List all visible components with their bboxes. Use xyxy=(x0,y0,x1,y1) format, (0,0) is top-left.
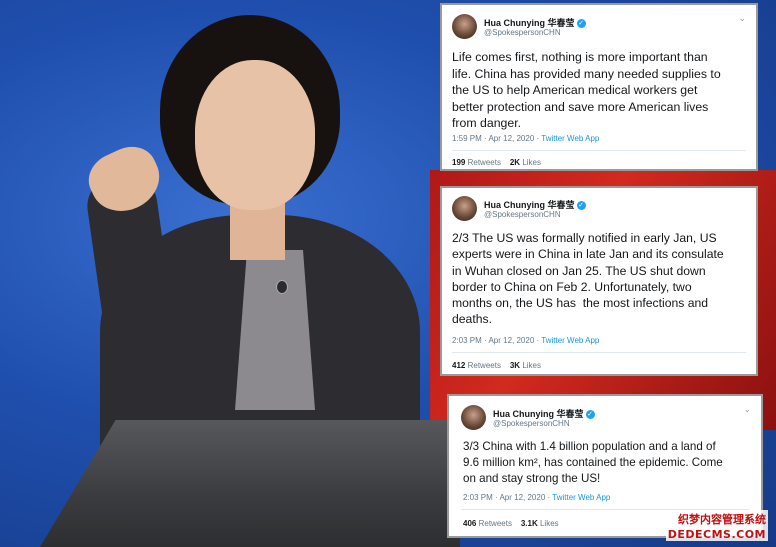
tweet-source-app[interactable]: Twitter Web App xyxy=(541,336,599,345)
site-watermark: 织梦内容管理系统 DEDECMS.COM xyxy=(665,510,768,541)
retweets-count[interactable]: 412 Retweets xyxy=(452,361,501,370)
tweet-timestamp: 2:03 PM · Apr 12, 2020 · Twitter Web App xyxy=(463,493,611,502)
tweet-timestamp: 1:59 PM · Apr 12, 2020 · Twitter Web App xyxy=(452,134,600,143)
speaker-face xyxy=(195,60,315,210)
tweet-stats: 199 Retweets 2K Likes xyxy=(452,158,541,167)
verified-badge-icon: ✓ xyxy=(585,410,595,420)
tweet-source-app[interactable]: Twitter Web App xyxy=(541,134,599,143)
author-handle[interactable]: @SpokespersonCHN xyxy=(484,210,561,219)
avatar[interactable] xyxy=(461,405,486,430)
watermark-line-2: DEDECMS.COM xyxy=(665,528,768,541)
divider xyxy=(452,150,746,151)
tweet-card-1: Hua Chunying 华春莹 ✓ @SpokespersonCHN ⌄ Lif… xyxy=(440,3,758,171)
tweet-text: 2/3 The US was formally notified in earl… xyxy=(452,231,724,327)
necklace-pendant xyxy=(276,280,288,294)
tweet-card-2: Hua Chunying 华春莹 ✓ @SpokespersonCHN 2/3 T… xyxy=(440,186,758,376)
author-handle[interactable]: @SpokespersonCHN xyxy=(493,419,570,428)
tweet-stats: 412 Retweets 3K Likes xyxy=(452,361,541,370)
tweet-stats: 406 Retweets 3.1K Likes xyxy=(463,519,559,528)
retweets-count[interactable]: 406 Retweets xyxy=(463,519,512,528)
tweet-text: Life comes first, nothing is more import… xyxy=(452,50,721,130)
likes-count[interactable]: 3K Likes xyxy=(510,361,541,370)
watermark-line-1: 织梦内容管理系统 xyxy=(665,510,768,528)
verified-badge-icon: ✓ xyxy=(576,201,586,211)
avatar[interactable] xyxy=(452,196,477,221)
tweet-time[interactable]: 2:03 PM · Apr 12, 2020 xyxy=(463,493,545,502)
divider xyxy=(452,352,746,353)
tweet-source-app[interactable]: Twitter Web App xyxy=(552,493,610,502)
tweet-timestamp: 2:03 PM · Apr 12, 2020 · Twitter Web App xyxy=(452,336,600,345)
avatar[interactable] xyxy=(452,14,477,39)
retweets-count[interactable]: 199 Retweets xyxy=(452,158,501,167)
verified-badge-icon: ✓ xyxy=(576,19,586,29)
tweet-text: 3/3 China with 1.4 billion population an… xyxy=(463,440,723,485)
author-handle[interactable]: @SpokespersonCHN xyxy=(484,28,561,37)
chevron-down-icon[interactable]: ⌄ xyxy=(743,405,751,415)
likes-count[interactable]: 3.1K Likes xyxy=(521,519,559,528)
tweet-time[interactable]: 2:03 PM · Apr 12, 2020 xyxy=(452,336,534,345)
chevron-down-icon[interactable]: ⌄ xyxy=(738,14,746,24)
tweet-time[interactable]: 1:59 PM · Apr 12, 2020 xyxy=(452,134,534,143)
likes-count[interactable]: 2K Likes xyxy=(510,158,541,167)
speaker-blouse xyxy=(235,250,315,410)
